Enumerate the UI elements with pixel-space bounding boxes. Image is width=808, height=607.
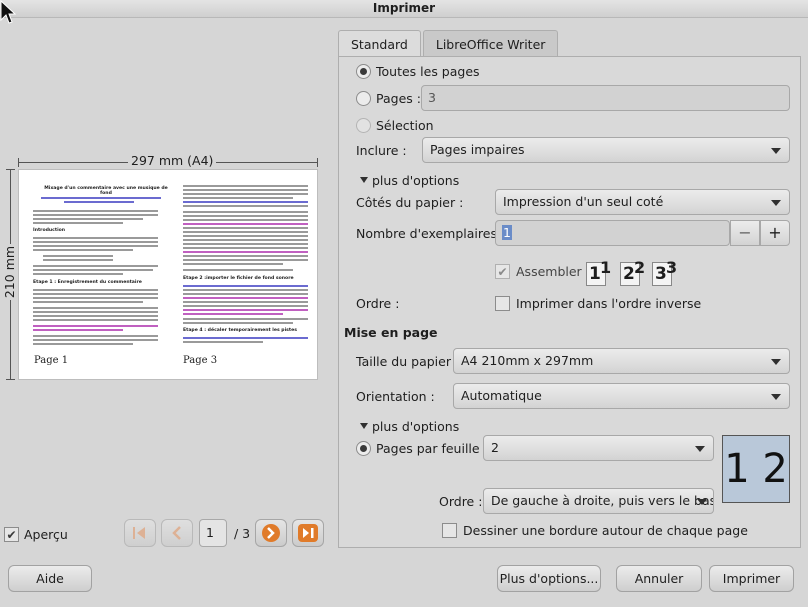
- copies-label: Nombre d'exemplaires :: [356, 226, 506, 241]
- preview-width-label: 297 mm (A4): [18, 154, 318, 168]
- more-options-expander-2[interactable]: plus d'options: [360, 418, 459, 434]
- page-border-checkbox-indicator[interactable]: [442, 523, 457, 538]
- last-page-icon: [298, 524, 318, 542]
- paper-size-dropdown[interactable]: A4 210mm x 297mm: [453, 348, 790, 374]
- next-page-icon: [262, 524, 280, 542]
- mouse-cursor-icon: [0, 0, 16, 24]
- selection-radio-indicator[interactable]: [356, 118, 371, 133]
- pages-per-sheet-radio-indicator[interactable]: [356, 441, 371, 456]
- preview-doc-title: Mixage d'un commentaire avec une musique…: [44, 186, 168, 196]
- copies-increment-button[interactable]: +: [760, 220, 790, 246]
- layout-order-label: Ordre :: [439, 494, 483, 509]
- cancel-button[interactable]: Annuler: [616, 565, 702, 592]
- nup-layout-preview: 1 2: [722, 435, 790, 503]
- include-label: Inclure :: [356, 143, 407, 158]
- first-page-button[interactable]: [124, 519, 156, 547]
- expander-arrow-icon: [360, 423, 368, 429]
- paper-sides-label: Côtés du papier :: [356, 195, 464, 210]
- preview-toggle[interactable]: Aperçu: [4, 525, 68, 543]
- print-button[interactable]: Imprimer: [709, 565, 794, 592]
- copies-decrement-button[interactable]: −: [730, 220, 760, 246]
- pages-radio-indicator[interactable]: [356, 91, 371, 106]
- preview-section-step4: Etape 4 : décaler temporairement les pis…: [183, 328, 297, 333]
- all-pages-radio-indicator[interactable]: [356, 64, 371, 79]
- help-button[interactable]: Aide: [8, 565, 92, 592]
- previous-page-button[interactable]: [161, 519, 193, 547]
- order-label: Ordre :: [356, 296, 400, 311]
- orientation-dropdown[interactable]: Automatique: [453, 383, 790, 409]
- chevron-down-icon: [771, 200, 781, 206]
- more-options-button[interactable]: Plus d'options...: [497, 565, 601, 592]
- first-page-icon: [133, 527, 145, 539]
- pages-radio[interactable]: Pages :: [356, 90, 421, 107]
- preview-page-right-label: Page 3: [183, 355, 218, 366]
- pages-per-sheet-dropdown[interactable]: 2: [483, 435, 714, 461]
- paper-sides-dropdown[interactable]: Impression d'un seul coté: [495, 189, 790, 215]
- previous-page-icon: [172, 526, 181, 540]
- layout-heading: Mise en page: [344, 325, 438, 340]
- collate-pages-icon: 1 1 2 2 3 3: [580, 256, 690, 288]
- include-dropdown[interactable]: Pages impaires: [422, 137, 790, 163]
- total-pages-label: / 3: [234, 526, 251, 541]
- preview-section-intro: Introduction: [33, 228, 66, 233]
- window-title: Imprimer: [0, 0, 808, 18]
- orientation-label: Orientation :: [356, 389, 435, 404]
- expander-arrow-icon: [360, 177, 368, 183]
- paper-size-label: Taille du papier :: [356, 354, 460, 369]
- preview-checkbox[interactable]: [4, 526, 19, 542]
- collate-checkbox[interactable]: Assembler: [495, 263, 582, 280]
- pages-per-sheet-radio[interactable]: Pages par feuille :: [356, 440, 488, 457]
- preview-section-step2: Etape 2 :importer le fichier de fond son…: [183, 276, 294, 281]
- preview-sheet: Mixage d'un commentaire avec une musique…: [18, 169, 318, 380]
- reverse-order-checkbox-indicator[interactable]: [495, 296, 510, 311]
- preview-page-left-label: Page 1: [34, 355, 69, 366]
- pages-input[interactable]: 3: [421, 85, 790, 111]
- tab-bar: Standard LibreOffice Writer: [338, 30, 560, 57]
- copies-input[interactable]: 1: [495, 220, 730, 246]
- preview-height-label: 210 mm: [2, 169, 17, 380]
- tab-libreoffice-writer[interactable]: LibreOffice Writer: [422, 30, 559, 57]
- all-pages-radio[interactable]: Toutes les pages: [356, 63, 480, 80]
- chevron-down-icon: [771, 148, 781, 154]
- last-page-button[interactable]: [292, 519, 324, 547]
- preview-section-step1: Etape 1 : Enregistrement du commentaire: [33, 280, 142, 285]
- tab-standard[interactable]: Standard: [338, 30, 421, 57]
- reverse-order-checkbox[interactable]: Imprimer dans l'ordre inverse: [495, 295, 701, 312]
- selection-radio[interactable]: Sélection: [356, 117, 434, 134]
- chevron-down-icon: [771, 359, 781, 365]
- collate-checkbox-indicator[interactable]: [495, 264, 510, 279]
- chevron-down-icon: [695, 446, 705, 452]
- chevron-down-icon: [771, 394, 781, 400]
- layout-order-dropdown[interactable]: De gauche à droite, puis vers le bas: [483, 488, 714, 514]
- chevron-down-icon: [697, 499, 707, 505]
- next-page-button[interactable]: [255, 519, 287, 547]
- current-page-input[interactable]: 1: [199, 519, 227, 547]
- more-options-expander-1[interactable]: plus d'options: [360, 172, 459, 188]
- page-border-checkbox[interactable]: Dessiner une bordure autour de chaque pa…: [442, 522, 748, 539]
